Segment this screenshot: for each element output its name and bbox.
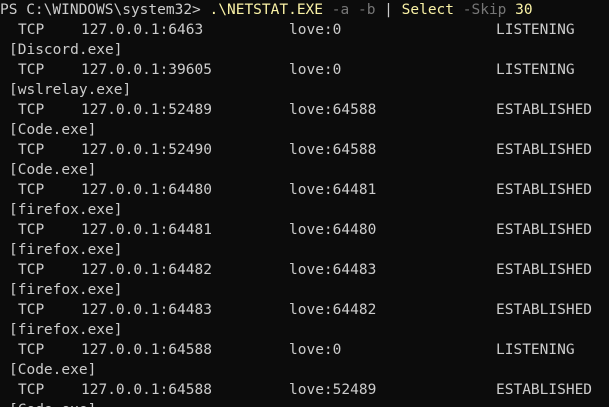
connection-row: TCP 127.0.0.1:64588 love:52489 ESTABLISHED <box>0 380 609 400</box>
connection-foreign-address: love:64483 <box>289 262 377 278</box>
connection-state: ESTABLISHED <box>496 262 593 278</box>
connection-protocol: TCP <box>18 62 45 78</box>
connection-local-address: 127.0.0.1:64483 <box>81 302 212 318</box>
connection-state: ESTABLISHED <box>496 102 593 118</box>
connection-foreign-address: love:0 <box>289 62 342 78</box>
connection-state: ESTABLISHED <box>496 222 593 238</box>
connection-protocol: TCP <box>18 102 45 118</box>
connection-foreign-address: love:0 <box>289 342 342 358</box>
connection-local-address: 127.0.0.1:52489 <box>81 102 212 118</box>
connection-foreign-address: love:0 <box>289 22 342 38</box>
process-name: [Discord.exe] <box>9 42 123 58</box>
process-name: [firefox.exe] <box>9 322 123 338</box>
connection-foreign-address: love:64482 <box>289 302 377 318</box>
connection-state: ESTABLISHED <box>496 382 593 398</box>
process-name: [Code.exe] <box>9 362 97 378</box>
connection-foreign-address: love:64481 <box>289 182 377 198</box>
connection-state: ESTABLISHED <box>496 142 593 158</box>
command-param-b: -b <box>357 2 376 18</box>
connection-local-address: 127.0.0.1:64482 <box>81 262 212 278</box>
connection-foreign-address: love:52489 <box>289 382 377 398</box>
connection-row: TCP 127.0.0.1:64483 love:64482 ESTABLISHED <box>0 300 609 320</box>
connection-row: TCP 127.0.0.1:52489 love:64588 ESTABLISHED <box>0 100 609 120</box>
connection-local-address: 127.0.0.1:52490 <box>81 142 212 158</box>
connection-local-address: 127.0.0.1:64588 <box>81 342 212 358</box>
connection-row: TCP 127.0.0.1:64588 love:0 LISTENING <box>0 340 609 360</box>
process-name: [firefox.exe] <box>9 242 123 258</box>
connection-local-address: 127.0.0.1:64480 <box>81 182 212 198</box>
command-param-skip: -Skip <box>462 2 507 18</box>
connection-foreign-address: love:64588 <box>289 102 377 118</box>
connection-state: LISTENING <box>496 342 575 358</box>
process-name: [Code.exe] <box>9 400 96 407</box>
command-line: PS C:\WINDOWS\system32> .\NETSTAT.EXE -a… <box>0 0 533 20</box>
connection-protocol: TCP <box>18 302 45 318</box>
connection-protocol: TCP <box>18 262 45 278</box>
command-param-a: -a <box>331 2 350 18</box>
connection-row: TCP 127.0.0.1:64482 love:64483 ESTABLISHED <box>0 260 609 280</box>
connection-local-address: 127.0.0.1:6463 <box>81 22 204 38</box>
connection-local-address: 127.0.0.1:64588 <box>81 382 212 398</box>
connection-protocol: TCP <box>18 182 45 198</box>
connection-state: LISTENING <box>496 62 575 78</box>
connection-state: ESTABLISHED <box>496 302 593 318</box>
process-name: [Code.exe] <box>9 162 97 178</box>
connection-protocol: TCP <box>18 222 45 238</box>
shell-prompt: PS C:\WINDOWS\system32> <box>0 2 201 18</box>
connection-protocol: TCP <box>18 342 45 358</box>
connection-local-address: 127.0.0.1:64481 <box>81 222 212 238</box>
connection-foreign-address: love:64480 <box>289 222 377 238</box>
process-name: [wslrelay.exe] <box>9 82 132 98</box>
process-name: [firefox.exe] <box>9 282 123 298</box>
command-pipe: | <box>384 2 393 18</box>
command-verb: Select <box>401 2 455 18</box>
connection-local-address: 127.0.0.1:39605 <box>81 62 212 78</box>
connection-protocol: TCP <box>18 22 45 38</box>
process-name: [Code.exe] <box>9 122 97 138</box>
connection-protocol: TCP <box>18 142 45 158</box>
terminal-window[interactable]: PS C:\WINDOWS\system32> .\NETSTAT.EXE -a… <box>0 0 609 407</box>
connection-row: TCP 127.0.0.1:64480 love:64481 ESTABLISHED <box>0 180 609 200</box>
connection-row: TCP 127.0.0.1:52490 love:64588 ESTABLISHED <box>0 140 609 160</box>
command-executable: .\NETSTAT.EXE <box>209 2 324 18</box>
connection-state: ESTABLISHED <box>496 182 593 198</box>
connection-foreign-address: love:64588 <box>289 142 377 158</box>
connection-protocol: TCP <box>18 382 45 398</box>
connection-row: TCP 127.0.0.1:6463 love:0 LISTENING <box>0 20 609 40</box>
connection-row: TCP 127.0.0.1:39605 love:0 LISTENING <box>0 60 609 80</box>
command-skip-value: 30 <box>515 2 533 18</box>
connection-state: LISTENING <box>496 22 575 38</box>
connection-row: TCP 127.0.0.1:64481 love:64480 ESTABLISHED <box>0 220 609 240</box>
process-name: [firefox.exe] <box>9 202 123 218</box>
